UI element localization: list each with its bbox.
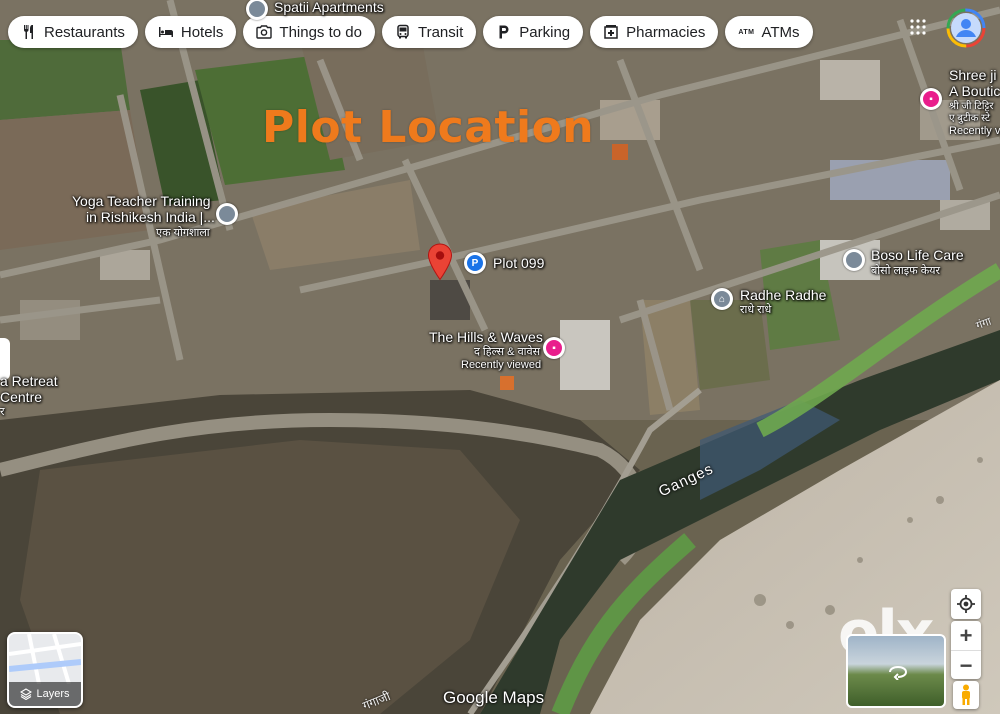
layers-label: Layers xyxy=(36,688,70,700)
bed-icon xyxy=(158,27,173,37)
camera-icon xyxy=(256,25,273,39)
place-label-yoga-retreat-line2: Centre xyxy=(0,389,43,405)
place-label-plot-099[interactable]: Plot 099 xyxy=(493,256,544,271)
place-label-yoga-teacher[interactable]: Yoga Teacher Training xyxy=(72,194,211,209)
place-marker-boso[interactable] xyxy=(843,249,865,271)
place-marker-plot-099[interactable]: P xyxy=(464,252,486,274)
temple-icon: ⌂ xyxy=(714,291,730,307)
fork-knife-icon xyxy=(24,25,33,39)
plot-location-title: Plot Location xyxy=(262,102,595,153)
place-label-boso-hindi: बोसो लाइफ केयर xyxy=(871,265,941,277)
place-label-yoga-teacher-line2: in Rishikesh India |... xyxy=(86,209,215,225)
shopping-bag-icon: ▪ xyxy=(923,91,939,107)
layers-icon xyxy=(20,688,33,700)
filter-chip-things-to-do[interactable]: Things to do xyxy=(243,16,375,48)
place-icon xyxy=(249,1,265,17)
filter-chip-atms[interactable]: ATM ATMs xyxy=(725,16,813,48)
place-label-shree-ji-line2: A Boutic xyxy=(949,83,1000,99)
place-label-radhe[interactable]: Radhe Radhe xyxy=(740,288,826,303)
filter-chip-hotels[interactable]: Hotels xyxy=(144,16,237,48)
place-marker-yoga-teacher[interactable] xyxy=(216,203,238,225)
place-label-spatii[interactable]: Spatii Apartments xyxy=(274,0,384,15)
map-thumbnail xyxy=(9,634,81,684)
place-label-shree-ji-status: Recently v xyxy=(949,125,1000,137)
place-icon xyxy=(846,252,862,268)
bus-icon xyxy=(397,24,409,39)
satellite-map[interactable]: Restaurants Hotels Things to do Transit … xyxy=(0,0,1000,714)
account-avatar[interactable] xyxy=(946,8,986,48)
place-marker-radhe[interactable]: ⌂ xyxy=(711,288,733,310)
pharmacy-icon xyxy=(604,25,618,39)
google-maps-logo: Google Maps xyxy=(443,688,545,707)
my-location-button[interactable] xyxy=(951,589,981,619)
apps-grid-icon[interactable] xyxy=(910,19,926,35)
place-marker-hills-waves[interactable]: ▪ xyxy=(543,337,565,359)
zoom-controls: + − xyxy=(951,621,981,679)
place-marker-shree-ji[interactable]: ▪ xyxy=(920,88,942,110)
category-filter-bar: Restaurants Hotels Things to do Transit … xyxy=(8,16,813,48)
filter-chip-label: Pharmacies xyxy=(626,23,706,41)
filter-chip-label: Parking xyxy=(519,23,571,41)
place-label-hills-waves-status: Recently viewed xyxy=(461,359,542,371)
crosshair-icon xyxy=(957,595,975,613)
shopping-bag-icon: ▪ xyxy=(546,340,562,356)
pegman-icon xyxy=(962,684,970,705)
filter-chip-parking[interactable]: Parking xyxy=(483,16,584,48)
parking-icon: P xyxy=(467,255,483,271)
filter-chip-transit[interactable]: Transit xyxy=(381,16,477,48)
place-label-yoga-teacher-hindi: एक योगशाला xyxy=(156,227,210,239)
filter-chip-restaurants[interactable]: Restaurants xyxy=(8,16,138,48)
zoom-in-button[interactable]: + xyxy=(951,621,981,650)
parking-icon xyxy=(499,25,509,39)
place-label-shree-ji[interactable]: Shree ji xyxy=(949,68,996,83)
place-icon xyxy=(219,206,235,222)
filter-chip-label: Transit xyxy=(417,23,464,41)
selected-location-pin-icon[interactable] xyxy=(427,243,453,281)
atm-icon: ATM xyxy=(738,28,755,36)
street-view-pegman-button[interactable] xyxy=(953,681,979,709)
filter-chip-label: Hotels xyxy=(180,23,224,41)
rotate-360-icon xyxy=(889,665,908,680)
place-label-yoga-retreat[interactable]: a Retreat xyxy=(0,374,58,389)
filter-chip-pharmacies[interactable]: Pharmacies xyxy=(590,16,719,48)
zoom-out-button[interactable]: − xyxy=(951,650,981,680)
layers-button[interactable]: Layers xyxy=(7,632,83,708)
layers-caption: Layers xyxy=(9,682,81,706)
street-view-thumbnail[interactable] xyxy=(846,634,946,708)
filter-chip-label: Restaurants xyxy=(44,23,125,41)
place-label-radhe-hindi: राधे राधे xyxy=(740,304,772,316)
filter-chip-label: Things to do xyxy=(279,23,362,41)
place-label-yoga-retreat-hindi: र xyxy=(0,406,5,418)
place-label-hills-waves[interactable]: The Hills & Waves xyxy=(429,330,543,345)
filter-chip-label: ATMs xyxy=(761,23,800,41)
place-label-boso[interactable]: Boso Life Care xyxy=(871,248,964,263)
